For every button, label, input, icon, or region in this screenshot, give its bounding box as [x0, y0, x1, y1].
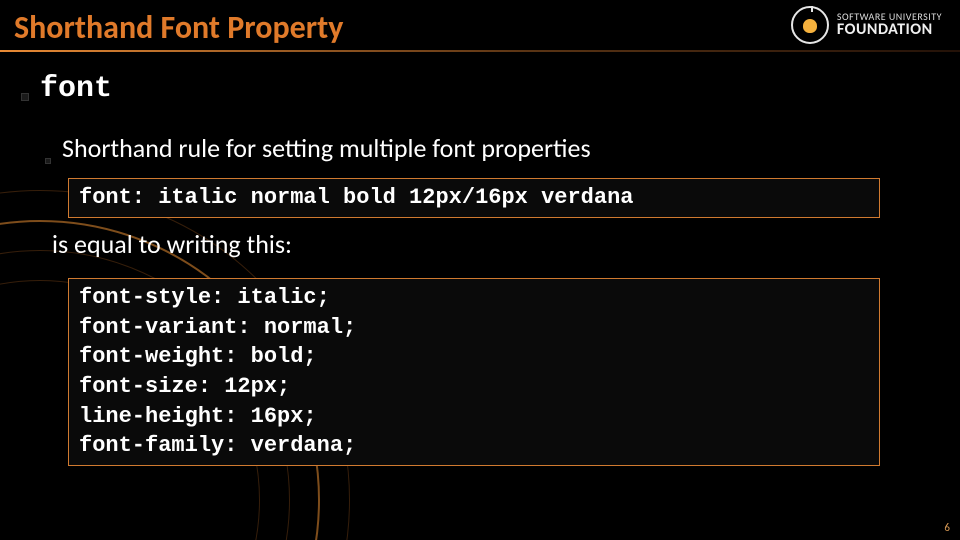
slide-title: Shorthand Font Property [14, 8, 343, 47]
bullet-main: font [20, 72, 112, 106]
bullet-sub: Shorthand rule for setting multiple font… [44, 132, 591, 164]
logo: SOFTWARE UNIVERSITY FOUNDATION [791, 6, 942, 44]
bullet-main-text: font [40, 72, 112, 106]
mid-text: is equal to writing this: [52, 228, 292, 260]
slide: Shorthand Font Property SOFTWARE UNIVERS… [0, 0, 960, 540]
bullet-icon [44, 157, 52, 165]
logo-text: SOFTWARE UNIVERSITY FOUNDATION [837, 12, 942, 38]
bullet-sub-text: Shorthand rule for setting multiple font… [62, 132, 591, 164]
code-expanded: font-style: italic; font-variant: normal… [68, 278, 880, 466]
bullet-icon [20, 92, 30, 102]
title-underline [0, 50, 960, 52]
lightbulb-icon [791, 6, 829, 44]
logo-line2: FOUNDATION [837, 22, 942, 38]
page-number: 6 [944, 521, 950, 534]
code-shorthand: font: italic normal bold 12px/16px verda… [68, 178, 880, 218]
